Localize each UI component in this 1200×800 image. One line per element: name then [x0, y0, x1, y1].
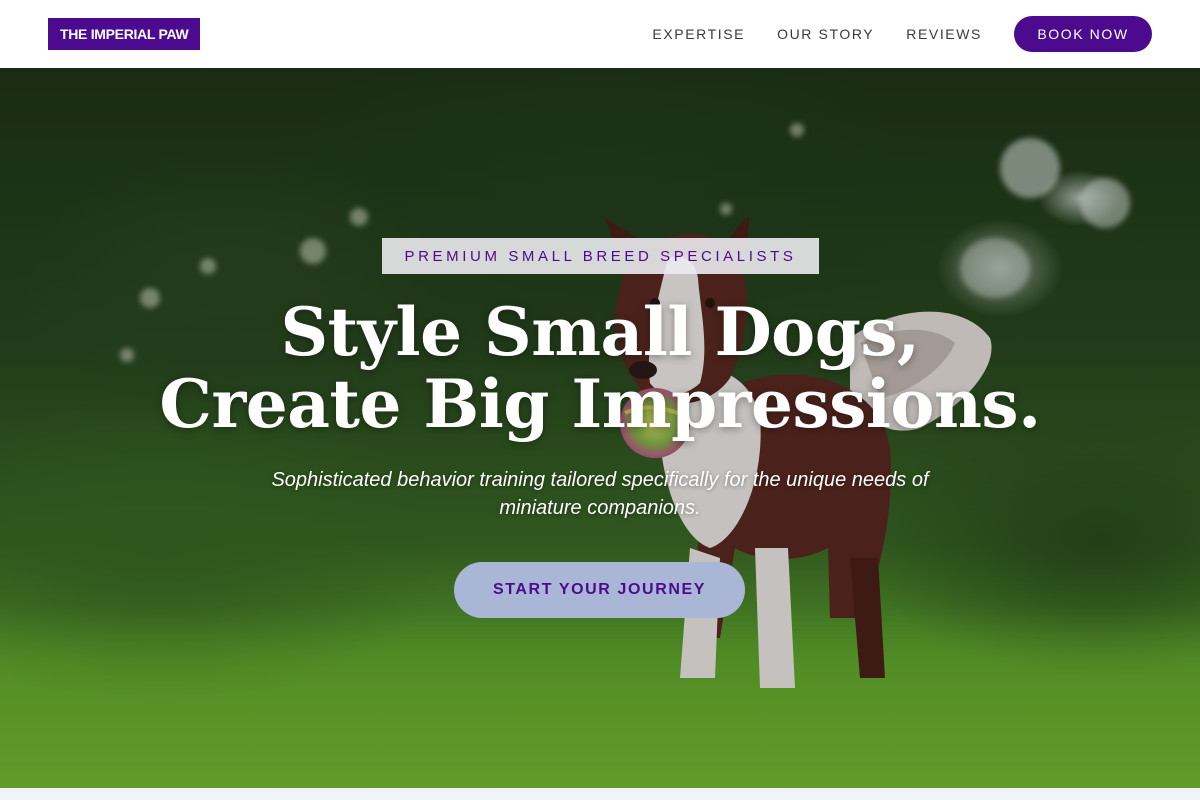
hero-headline: Style Small Dogs, Create Big Impressions… [0, 296, 1200, 440]
nav-link-reviews[interactable]: REVIEWS [906, 26, 982, 42]
book-now-button[interactable]: BOOK NOW [1014, 16, 1152, 52]
site-header: THE IMPERIAL PAW EXPERTISE OUR STORY REV… [0, 0, 1200, 68]
hero-subtext: Sophisticated behavior training tailored… [271, 469, 929, 519]
nav-link-expertise[interactable]: EXPERTISE [652, 26, 745, 42]
hero-section: PREMIUM SMALL BREED SPECIALISTS Style Sm… [0, 68, 1200, 788]
headline-line-2: Create Big Impressions. [159, 365, 1041, 443]
next-section-edge [0, 788, 1200, 800]
main-nav: EXPERTISE OUR STORY REVIEWS BOOK NOW [652, 16, 1152, 52]
logo[interactable]: THE IMPERIAL PAW [48, 18, 201, 50]
start-journey-button[interactable]: START YOUR JOURNEY [454, 562, 745, 618]
nav-link-our-story[interactable]: OUR STORY [777, 26, 874, 42]
headline-line-1: Style Small Dogs, [280, 293, 920, 371]
specialist-badge: PREMIUM SMALL BREED SPECIALISTS [382, 238, 819, 274]
